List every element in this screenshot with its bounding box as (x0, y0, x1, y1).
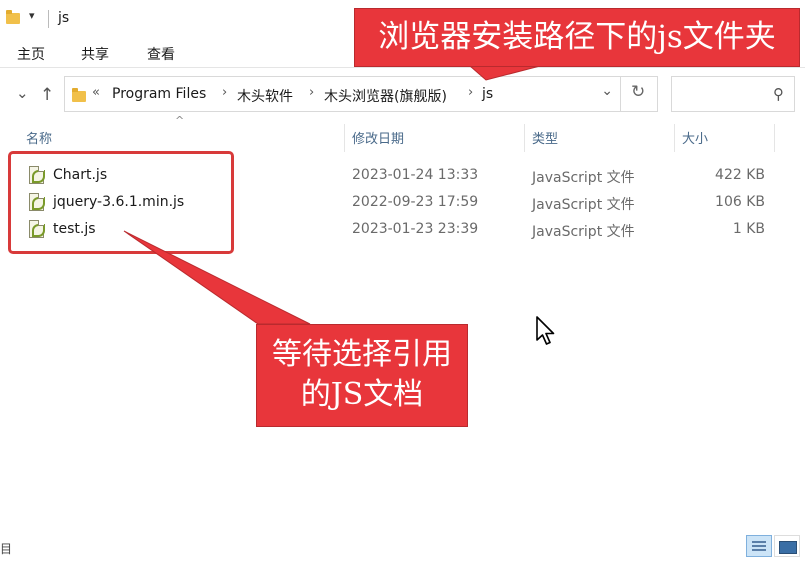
file-date: 2022-09-23 17:59 (352, 194, 479, 210)
file-size: 106 KB (715, 194, 765, 210)
tab-home[interactable]: 主页 (17, 44, 45, 64)
column-divider[interactable] (674, 124, 675, 152)
search-icon: ⚲ (773, 85, 784, 103)
address-bar[interactable]: « Program Files › 木头软件 › 木头浏览器(旗舰版) › js… (64, 76, 658, 112)
large-icons-view-button[interactable] (774, 535, 800, 557)
file-type: JavaScript 文件 (532, 170, 635, 186)
column-header-size[interactable]: 大小 (682, 128, 708, 147)
status-text: 目 (0, 542, 13, 556)
window-title: js (58, 10, 70, 26)
refresh-button[interactable]: ↻ (620, 76, 658, 112)
breadcrumb-js[interactable]: js (482, 86, 493, 102)
file-date: 2023-01-23 23:39 (352, 221, 479, 237)
recent-locations-icon[interactable]: ⌄ (16, 84, 29, 102)
column-header-date[interactable]: 修改日期 (352, 128, 404, 147)
file-size: 422 KB (715, 167, 765, 183)
chevron-right-icon[interactable]: › (468, 85, 473, 100)
folder-icon (6, 10, 20, 24)
tab-share[interactable]: 共享 (81, 44, 109, 64)
quick-access-dropdown-icon[interactable]: ▾ (29, 9, 35, 22)
search-input[interactable]: ⚲ (671, 76, 795, 112)
refresh-icon: ↻ (631, 82, 646, 102)
bottom-annotation-callout: 等待选择引用 的JS文档 (256, 324, 468, 427)
bottom-callout-line-1: 等待选择引用 (272, 337, 452, 372)
breadcrumb-mutou-software[interactable]: 木头软件 (237, 86, 293, 106)
file-size: 1 KB (732, 221, 765, 237)
column-header-name[interactable]: 名称 (26, 128, 52, 147)
column-header-type[interactable]: 类型 (532, 128, 558, 147)
column-divider[interactable] (774, 124, 775, 152)
top-annotation-callout: 浏览器安装路径下的js文件夹 (354, 8, 800, 67)
chevron-right-icon[interactable]: › (222, 85, 227, 100)
overflow-chevron-icon[interactable]: « (92, 85, 100, 100)
title-separator (48, 10, 49, 28)
column-divider[interactable] (524, 124, 525, 152)
file-type: JavaScript 文件 (532, 197, 635, 213)
highlight-box (8, 151, 234, 254)
column-divider[interactable] (344, 124, 345, 152)
file-type: JavaScript 文件 (532, 224, 635, 240)
mouse-pointer-icon (536, 316, 555, 345)
bottom-callout-line-2: 的JS文档 (300, 377, 424, 412)
folder-icon (72, 88, 86, 102)
details-view-button[interactable] (746, 535, 772, 557)
status-bar: 目 (0, 530, 805, 563)
address-dropdown-icon[interactable]: ⌄ (601, 83, 613, 99)
tab-view[interactable]: 查看 (147, 44, 175, 64)
file-date: 2023-01-24 13:33 (352, 167, 479, 183)
breadcrumb-program-files[interactable]: Program Files (112, 86, 206, 102)
sort-indicator-icon: ^ (175, 114, 185, 127)
chevron-right-icon[interactable]: › (309, 85, 314, 100)
breadcrumb-mutou-browser[interactable]: 木头浏览器(旗舰版) (324, 86, 447, 106)
up-arrow-icon[interactable]: ↑ (40, 85, 54, 105)
